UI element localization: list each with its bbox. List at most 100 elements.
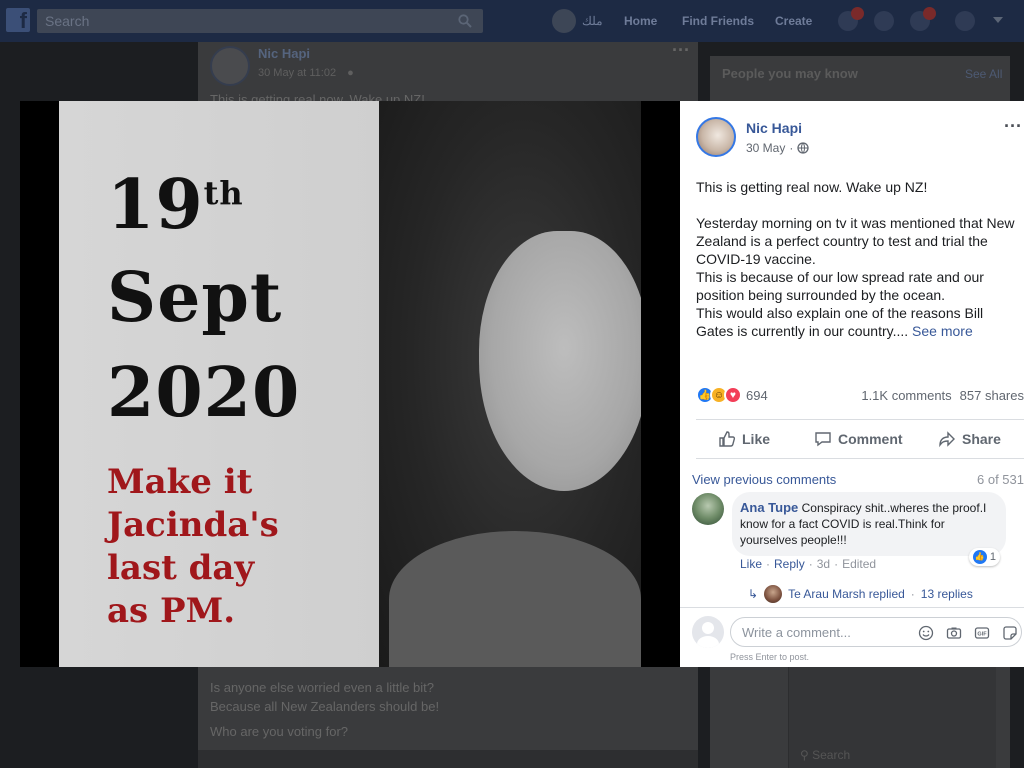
people-you-may-know-heading: People you may know — [722, 66, 858, 81]
camera-icon[interactable] — [945, 624, 963, 642]
photo-message-line: last day — [107, 548, 255, 588]
comment-button[interactable]: Comment — [814, 430, 903, 448]
nav-home-link[interactable]: Home — [624, 0, 657, 42]
comment-reply-link[interactable]: Reply — [774, 557, 805, 571]
photo-viewer: 19th Sept 2020 Make it Jacinda's last da… — [20, 101, 680, 667]
comment-input[interactable] — [742, 623, 912, 641]
background-post-line: Who are you voting for? — [210, 724, 349, 739]
replier-name-link[interactable]: Te Arau Marsh replied — [788, 587, 905, 601]
comment-actions: Like · Reply · 3d · Edited — [740, 557, 876, 571]
background-post-footer — [198, 750, 698, 768]
replies-count-link[interactable]: 13 replies — [921, 587, 973, 601]
background-post-more-icon: ··· — [672, 40, 690, 60]
comment-icon — [815, 432, 831, 447]
comment-reaction-count: 1 — [989, 551, 996, 563]
share-icon — [939, 431, 955, 448]
notification-badge — [851, 7, 864, 20]
post-body: This is getting real now. Wake up NZ! Ye… — [696, 178, 1022, 340]
post-reactions[interactable]: 👍 ☺ ♥ 694 — [696, 386, 768, 404]
post-paragraph: Yesterday morning on tv it was mentioned… — [696, 215, 1015, 267]
comment-bubble: Ana Tupe Conspiracy shit..wheres the pro… — [732, 492, 1006, 566]
comment-edited-label[interactable]: Edited — [842, 557, 876, 571]
background-post-time: 30 May at 11:02 ● — [258, 67, 354, 79]
background-post-line: Is anyone else worried even a little bit… — [210, 680, 435, 695]
comment-age[interactable]: 3d — [817, 557, 830, 571]
photo-message-line: Jacinda's — [107, 505, 279, 545]
replier-avatar — [764, 585, 783, 603]
replies-summary[interactable]: ↳ Te Arau Marsh replied · 13 replies — [748, 585, 973, 603]
shares-count-link[interactable]: 857 shares — [960, 388, 1024, 403]
separator-dot: · — [789, 141, 794, 155]
post-photo[interactable]: 19th Sept 2020 Make it Jacinda's last da… — [59, 101, 641, 667]
comment-reactions[interactable]: 👍 1 — [968, 548, 1000, 566]
notification-badge — [923, 7, 936, 20]
post-detail-panel: Nic Hapi 30 May · ··· This is getting re… — [680, 101, 1024, 667]
photo-message-line: Make it — [107, 462, 253, 502]
background-post-timestamp: 30 May at 11:02 — [258, 67, 337, 79]
post-options-icon[interactable]: ··· — [1004, 116, 1022, 137]
comment-like-link[interactable]: Like — [740, 557, 762, 571]
photo-person-face — [479, 231, 641, 491]
emoji-icon[interactable] — [917, 624, 935, 642]
comments-header: View previous comments 6 of 531 — [692, 472, 1024, 487]
background-post-avatar — [210, 46, 250, 86]
background-chat-search: ⚲ Search — [800, 748, 851, 762]
gif-icon[interactable]: GIF — [973, 624, 991, 642]
photo-date-year: 2020 — [107, 353, 301, 433]
post-counts: 1.1K comments 857 shares — [861, 388, 1024, 403]
like-button-label: Like — [742, 431, 771, 447]
search-button[interactable] — [447, 9, 483, 33]
view-previous-comments-link[interactable]: View previous comments — [692, 472, 836, 487]
background-post-author: Nic Hapi — [258, 46, 311, 61]
notifications-icon[interactable] — [910, 7, 936, 31]
account-menu-chevron-icon[interactable] — [993, 17, 1003, 23]
composer-tools: GIF — [917, 624, 1019, 642]
photo-person-body — [389, 531, 641, 667]
share-button[interactable]: Share — [938, 430, 1001, 448]
commenter-avatar[interactable] — [692, 493, 724, 525]
nav-find-friends-link[interactable]: Find Friends — [682, 0, 754, 42]
sticker-icon[interactable] — [1001, 624, 1019, 642]
share-button-label: Share — [962, 431, 1001, 447]
search-icon — [458, 14, 472, 28]
post-action-bar: Like Comment Share — [696, 419, 1024, 459]
nav-profile-avatar[interactable] — [552, 9, 576, 33]
friend-requests-icon[interactable] — [838, 7, 864, 31]
love-reaction-icon: ♥ — [724, 386, 742, 404]
post-date[interactable]: 30 May — [746, 141, 785, 155]
thumbs-up-icon — [719, 431, 736, 447]
comment-position: 6 of 531 — [977, 472, 1024, 487]
separator-dot: · — [910, 587, 915, 601]
nav-profile-name[interactable]: ملك — [582, 0, 603, 42]
globe-icon — [797, 142, 810, 154]
background-chat-search-label: Search — [812, 748, 851, 762]
photo-message-line: as PM. — [107, 591, 236, 631]
facebook-logo-icon[interactable]: f — [6, 8, 30, 32]
comments-count-link[interactable]: 1.1K comments — [861, 388, 951, 403]
see-all-link: See All — [965, 67, 1003, 81]
post-author-avatar[interactable] — [696, 117, 736, 157]
photo-date-day: 19th — [107, 171, 244, 239]
press-enter-hint: Press Enter to post. — [730, 652, 810, 662]
nav-create-link[interactable]: Create — [775, 0, 812, 42]
reaction-count: 694 — [746, 387, 768, 403]
comment-input-box[interactable]: GIF — [730, 617, 1022, 647]
reply-arrow-icon: ↳ — [748, 587, 759, 601]
photo-date-month: Sept — [107, 258, 283, 338]
search-input[interactable] — [37, 9, 447, 33]
post-meta: 30 May · — [746, 141, 810, 155]
messenger-icon[interactable] — [874, 11, 894, 31]
photo-day-suffix: th — [203, 174, 244, 212]
post-author-name[interactable]: Nic Hapi — [746, 120, 802, 136]
separator-dot: · — [834, 557, 839, 571]
commenter-name[interactable]: Ana Tupe — [740, 500, 798, 515]
like-button[interactable]: Like — [718, 430, 770, 448]
see-more-link[interactable]: See more — [912, 323, 973, 339]
svg-text:GIF: GIF — [977, 632, 987, 638]
separator-dot: · — [766, 557, 771, 571]
like-reaction-icon: 👍 — [972, 550, 987, 564]
help-icon[interactable] — [955, 11, 975, 31]
current-user-avatar — [692, 616, 724, 648]
search-bar — [37, 9, 483, 33]
